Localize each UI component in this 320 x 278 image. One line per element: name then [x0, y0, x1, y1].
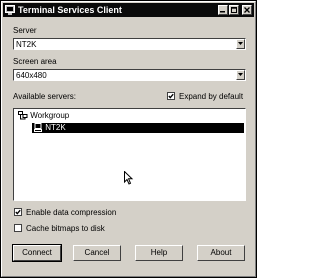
server-value: NT2K [16, 40, 37, 49]
computer-icon [34, 123, 42, 133]
enable-compression-checkbox[interactable] [14, 208, 22, 216]
close-button[interactable] [242, 5, 252, 15]
cache-bitmaps-checkbox[interactable] [14, 224, 22, 232]
minimize-button[interactable] [218, 5, 228, 15]
title-bar[interactable]: Terminal Services Client [3, 3, 254, 17]
maximize-button[interactable] [229, 5, 239, 15]
tree-node-workgroup[interactable]: Workgroup [18, 111, 69, 121]
minimize-icon [220, 11, 225, 13]
screen-area-value: 640x480 [16, 71, 47, 80]
tree-node-label: Workgroup [30, 111, 70, 120]
mouse-cursor-icon [124, 171, 134, 185]
expand-by-default-label[interactable]: Expand by default [179, 92, 243, 101]
about-button[interactable]: About [197, 245, 245, 261]
checkmark-icon [15, 209, 21, 215]
cancel-button[interactable]: Cancel [73, 245, 121, 261]
connect-button[interactable]: Connect [12, 244, 62, 262]
terminal-services-client-window: Terminal Services Client Server NT2K Scr… [0, 0, 257, 278]
screen-area-label: Screen area [13, 57, 57, 66]
network-icon [18, 111, 28, 120]
checkmark-icon [168, 93, 174, 99]
server-dropdown-button[interactable] [236, 39, 245, 49]
maximize-icon [231, 7, 237, 13]
expand-by-default-checkbox[interactable] [167, 92, 175, 100]
server-combobox[interactable]: NT2K [13, 38, 246, 50]
close-icon [244, 7, 250, 13]
chevron-down-icon [238, 42, 243, 45]
available-servers-label: Available servers: [13, 92, 76, 101]
server-label: Server [13, 26, 37, 35]
help-button[interactable]: Help [135, 245, 183, 261]
window-title: Terminal Services Client [18, 5, 122, 15]
available-servers-tree[interactable]: Workgroup NT2K [13, 108, 246, 201]
cache-bitmaps-label[interactable]: Cache bitmaps to disk [26, 224, 105, 233]
tree-node-nt2k[interactable]: NT2K [34, 123, 66, 133]
chevron-down-icon [238, 73, 243, 76]
tree-node-label: NT2K [45, 123, 66, 132]
screen-area-combobox[interactable]: 640x480 [13, 69, 246, 81]
screen-area-dropdown-button[interactable] [236, 70, 245, 80]
app-icon [5, 5, 15, 15]
enable-compression-label[interactable]: Enable data compression [26, 208, 116, 217]
